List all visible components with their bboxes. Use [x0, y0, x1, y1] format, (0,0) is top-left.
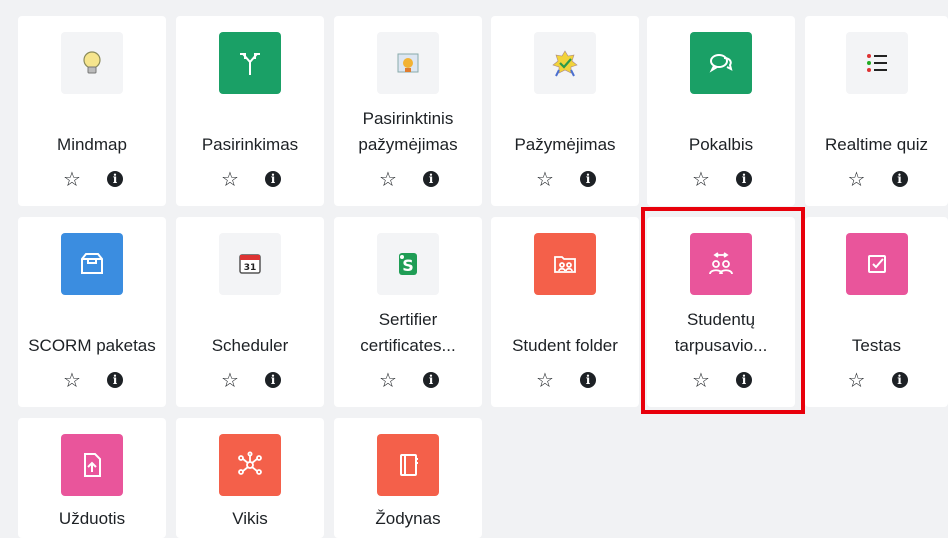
upload-file-icon — [61, 434, 123, 496]
activity-card-pokalbis[interactable]: Pokalbis ☆ i — [647, 16, 795, 206]
activity-card-uzduotis[interactable]: Užduotis — [18, 418, 166, 538]
info-icon[interactable]: i — [736, 372, 752, 388]
star-icon[interactable]: ☆ — [219, 369, 241, 392]
checkbox-icon — [845, 233, 908, 295]
activity-label: Testas — [851, 336, 902, 355]
choice-arrows-icon — [219, 32, 281, 94]
activity-card-zodynas[interactable]: Žodynas — [334, 418, 482, 538]
star-icon[interactable]: ☆ — [219, 168, 241, 191]
package-icon — [61, 233, 123, 295]
star-icon[interactable]: ☆ — [377, 168, 399, 191]
lightbulb-icon — [61, 32, 123, 94]
info-icon[interactable]: i — [423, 171, 439, 187]
book-icon — [377, 434, 439, 496]
activity-card-student-folder[interactable]: Student folder ☆ i — [491, 217, 639, 407]
badge-icon — [534, 32, 596, 94]
activity-label: Pokalbis — [688, 135, 754, 154]
sertifier-icon: S — [377, 233, 439, 295]
activity-label: Studentų tarpusavio... — [674, 310, 768, 355]
info-icon[interactable]: i — [736, 171, 752, 187]
info-icon[interactable]: i — [265, 171, 281, 187]
activity-card-realtime-quiz[interactable]: Realtime quiz ☆ i — [805, 16, 948, 206]
star-icon[interactable]: ☆ — [61, 168, 83, 191]
activity-label: Žodynas — [375, 509, 441, 528]
info-icon[interactable]: i — [891, 171, 908, 187]
activity-card-pasirinktinis[interactable]: Pasirinktinis pažymėjimas ☆ i — [334, 16, 482, 206]
star-icon[interactable]: ☆ — [690, 369, 712, 392]
activity-label: Realtime quiz — [825, 135, 928, 154]
info-icon[interactable]: i — [580, 372, 596, 388]
info-icon[interactable]: i — [107, 171, 123, 187]
activity-card-sertifier[interactable]: S Sertifier certificates... ☆ i — [334, 217, 482, 407]
info-icon[interactable]: i — [580, 171, 596, 187]
activity-card-scorm[interactable]: SCORM paketas ☆ i — [18, 217, 166, 407]
activity-label: Sertifier certificates... — [360, 310, 456, 355]
activity-card-pasirinkimas[interactable]: Pasirinkimas ☆ i — [176, 16, 324, 206]
info-icon[interactable]: i — [423, 372, 439, 388]
activity-label: Scheduler — [211, 336, 289, 355]
activity-label: Pažymėjimas — [514, 135, 616, 154]
star-icon[interactable]: ☆ — [846, 369, 868, 392]
star-icon[interactable]: ☆ — [534, 369, 556, 392]
star-icon[interactable]: ☆ — [61, 369, 83, 392]
activity-label: Mindmap — [57, 135, 127, 154]
folder-icon — [534, 233, 596, 295]
star-icon[interactable]: ☆ — [377, 369, 399, 392]
activity-label: Užduotis — [58, 509, 126, 528]
activity-label: Vikis — [232, 509, 268, 528]
activity-card-pazymejimas[interactable]: Pažymėjimas ☆ i — [491, 16, 639, 206]
activity-card-studentu[interactable]: Studentų tarpusavio... ☆ i — [647, 217, 795, 407]
chat-icon — [690, 32, 752, 94]
activity-label: Student folder — [512, 336, 618, 355]
info-icon[interactable]: i — [265, 372, 281, 388]
activity-label: SCORM paketas — [28, 336, 156, 355]
star-icon[interactable]: ☆ — [534, 168, 556, 191]
network-icon — [219, 434, 281, 496]
star-icon[interactable]: ☆ — [846, 168, 868, 191]
peer-icon — [690, 233, 752, 295]
calendar-icon: 31 — [219, 233, 281, 295]
activity-card-mindmap[interactable]: Mindmap ☆ i — [18, 16, 166, 206]
activity-card-scheduler[interactable]: 31 Scheduler ☆ i — [176, 217, 324, 407]
activity-card-vikis[interactable]: Vikis — [176, 418, 324, 538]
info-icon[interactable]: i — [891, 372, 908, 388]
activity-label: Pasirinktinis pažymėjimas — [358, 109, 458, 154]
certificate-icon — [377, 32, 439, 94]
list-icon — [845, 32, 908, 94]
info-icon[interactable]: i — [107, 372, 123, 388]
star-icon[interactable]: ☆ — [690, 168, 712, 191]
activity-card-testas[interactable]: Testas ☆ i — [805, 217, 948, 407]
activity-label: Pasirinkimas — [201, 135, 299, 154]
svg-text:31: 31 — [244, 263, 257, 273]
